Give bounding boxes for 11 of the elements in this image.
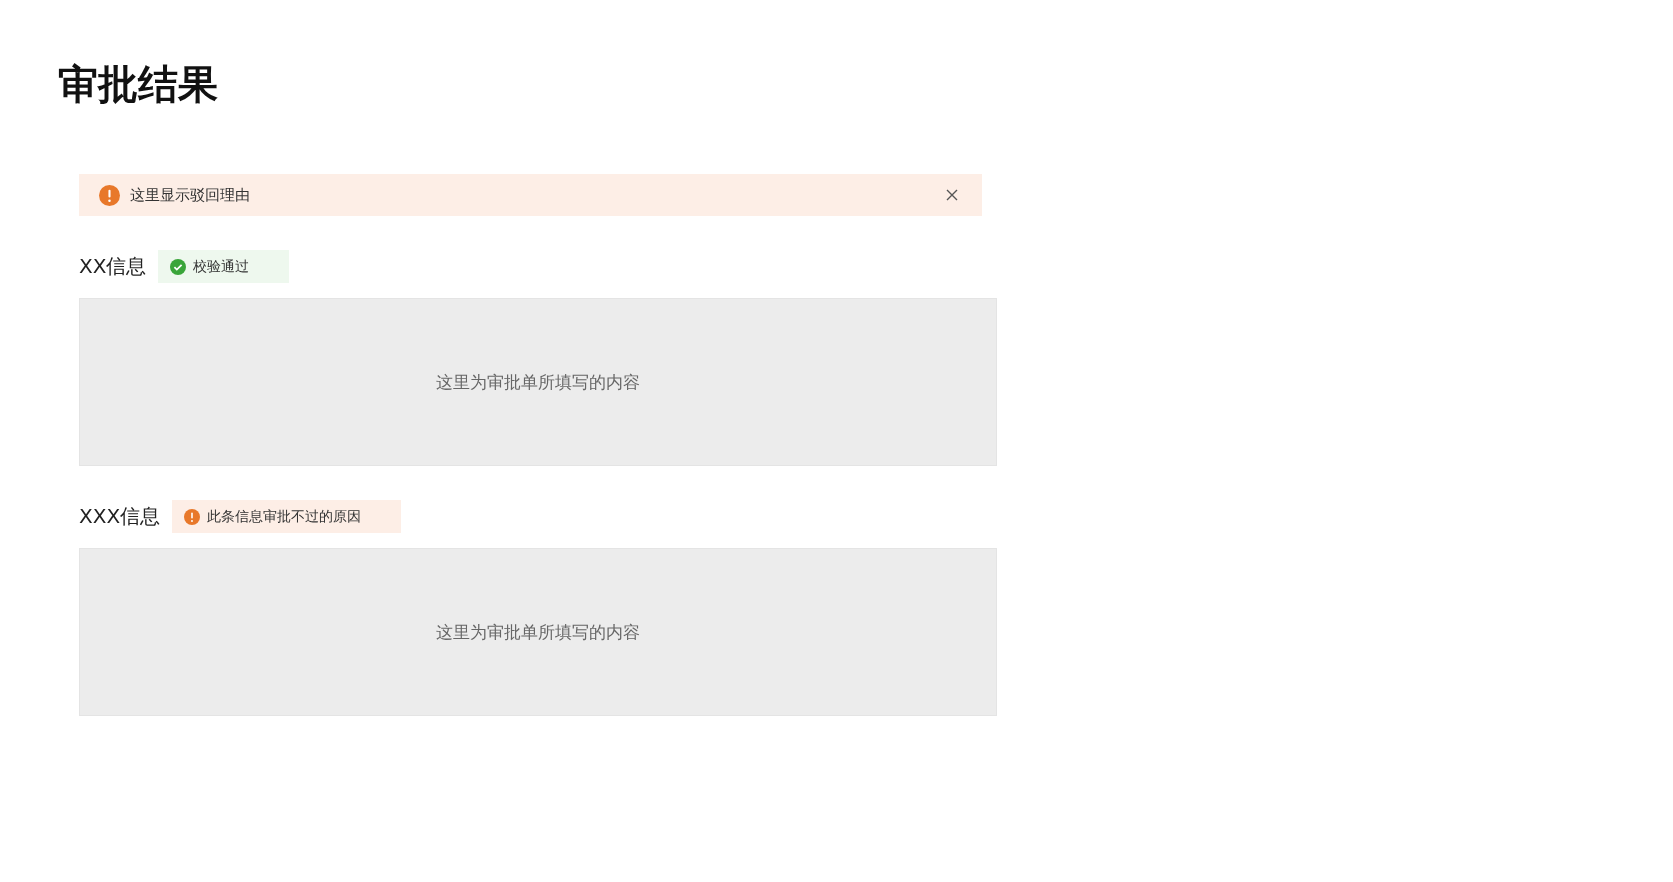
alert-message: 这里显示驳回理由 xyxy=(130,185,250,205)
content-text: 这里为审批单所填写的内容 xyxy=(436,620,640,644)
section-heading: XX信息 xyxy=(79,253,147,280)
status-text: 校验通过 xyxy=(193,257,250,276)
check-icon xyxy=(170,258,187,275)
status-text: 此条信息审批不过的原因 xyxy=(207,507,362,526)
content-text: 这里为审批单所填写的内容 xyxy=(436,370,640,394)
warning-icon xyxy=(99,184,120,206)
section-heading: XXX信息 xyxy=(79,503,161,530)
warning-icon xyxy=(184,508,201,525)
page-title: 审批结果 xyxy=(58,60,218,109)
